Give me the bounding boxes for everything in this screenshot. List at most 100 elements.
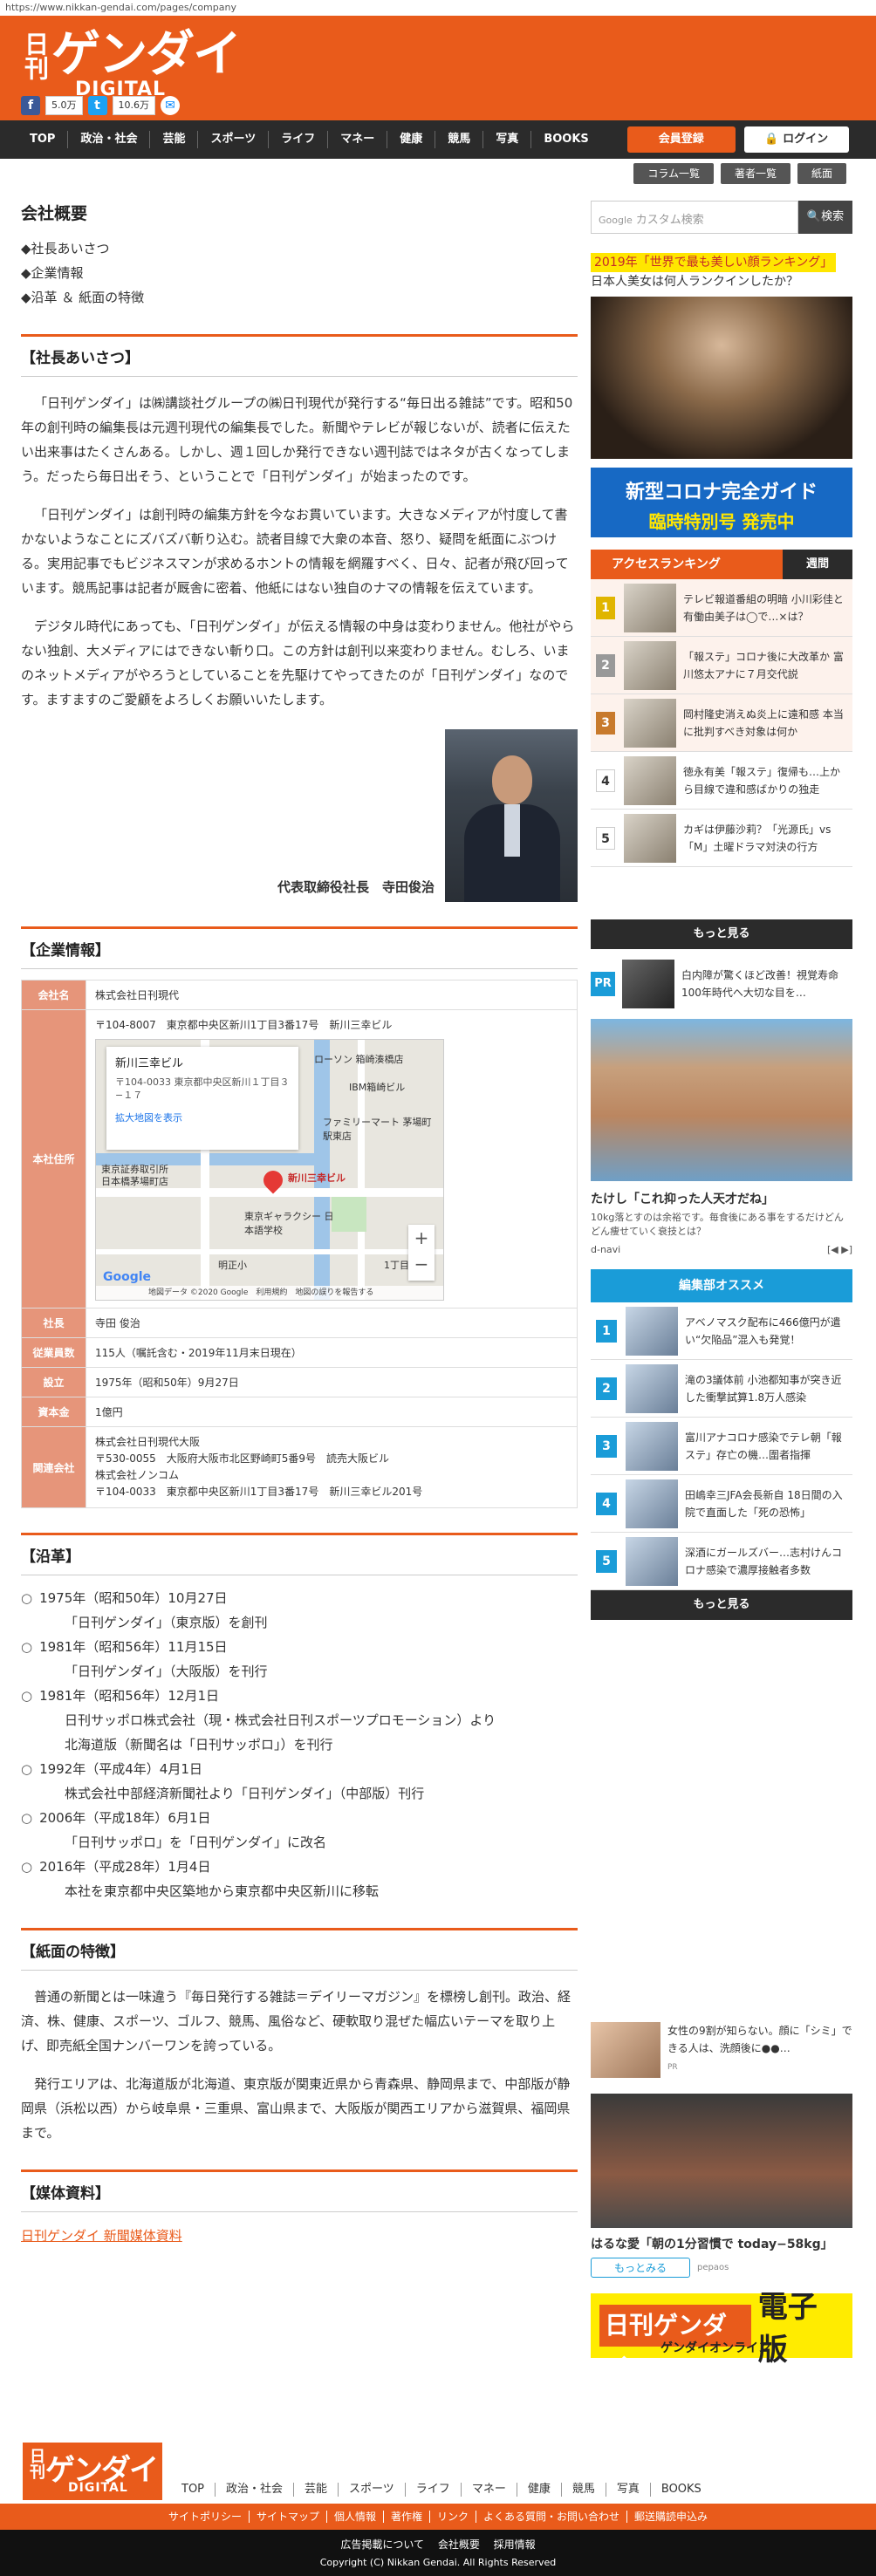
toc-company-link[interactable]: ◆企業情報 [21, 261, 578, 285]
ranking-item[interactable]: 5 カギは伊藤沙莉？「光源氏」vs「M」土曜ドラマ対決の行方 [591, 810, 852, 867]
footer-bottom-link[interactable]: 会社概要 [433, 2538, 485, 2551]
nav-money[interactable]: マネー [327, 131, 387, 148]
nav-top[interactable]: TOP [17, 131, 67, 148]
ad-beauty-image[interactable] [591, 297, 852, 459]
recommend-text: 富川アナコロナ感染でテレ朝「報ステ」存亡の機…圍者指揮 [685, 1431, 842, 1461]
ranking-tab-weekly[interactable]: 週間 [783, 550, 852, 579]
nav-health[interactable]: 健康 [387, 131, 435, 148]
sidebar-lower: 女性の9割が知らない。顔に「シミ」できる人は、洗顔後に●●… PR はるな愛「朝の… [591, 2022, 852, 2381]
ad-carousel-nav[interactable]: [◀ ▶] [827, 1244, 852, 1255]
media-kit-link[interactable]: 日刊ゲンダイ 新聞媒体資料 [21, 2226, 578, 2245]
ad-skincare[interactable]: 女性の9割が知らない。顔に「シミ」できる人は、洗顔後に●●… PR [591, 2022, 852, 2083]
social-share: f 5.0万 t 10.6万 ✉ [21, 96, 180, 115]
rank-number: 4 [596, 769, 615, 792]
footer-link[interactable]: サイトポリシー [161, 2511, 249, 2523]
ad-beauty-ranking[interactable]: 2019年「世界で最も美しい顔ランキング」 日本人美女は何人ランクインしたか？ [591, 253, 852, 291]
feature-paragraph: 普通の新聞とは一味違う『毎日発行する雑誌＝デイリーマガジン』を標榜し創刊。政治、… [21, 1989, 571, 2053]
footer-logo[interactable]: 日刊 ゲンダイ DIGITAL [23, 2443, 162, 2500]
footer-link[interactable]: 郵送購読申込み [626, 2511, 715, 2523]
author-list-button[interactable]: 著者一覧 [720, 163, 790, 184]
search-input[interactable]: Google カスタム検索 [591, 201, 798, 234]
company-info-table: 会社名 株式会社日刊現代 本社住所 〒104-8007 東京都中央区新川1丁目3… [21, 980, 578, 1508]
recommend-more-button[interactable]: もっと見る [591, 1590, 852, 1620]
site-logo[interactable]: 日刊 ゲンダイ DIGITAL [21, 31, 242, 101]
paper-button[interactable]: 紙面 [797, 163, 846, 184]
ranking-item[interactable]: 2 「報ステ」コロナ後に大改革か 富川悠太アナに７月交代説 [591, 637, 852, 694]
footer-nav-item[interactable]: TOP [171, 2483, 215, 2497]
map-attribution[interactable]: 地図データ ©2020 Google 利用規約 地図の誤りを報告する [96, 1286, 443, 1300]
footer-bottom-link[interactable]: 広告掲載について [335, 2538, 429, 2551]
table-of-contents: ◆社長あいさつ ◆企業情報 ◆沿革 ＆ 紙面の特徴 [21, 236, 578, 310]
footer-nav-item[interactable]: マネー [460, 2483, 517, 2497]
footer-link[interactable]: 個人情報 [325, 2511, 383, 2523]
search-button-label: 検索 [821, 210, 845, 223]
recommend-item[interactable]: 2 滝の3議体前 小池都知事が突き近した衝撃試算1.8万人感染 [591, 1360, 852, 1418]
column-list-button[interactable]: コラム一覧 [633, 163, 714, 184]
nav-politics[interactable]: 政治・社会 [67, 131, 149, 148]
footer-nav-item[interactable]: 写真 [605, 2483, 650, 2497]
nav-keiba[interactable]: 競馬 [435, 131, 482, 148]
zoom-out-button[interactable]: − [408, 1251, 435, 1277]
history-event: 「日刊ゲンダイ」（東京版）を創刊 [65, 1615, 268, 1630]
footer-nav-item[interactable]: BOOKS [649, 2483, 712, 2497]
nav-sports[interactable]: スポーツ [197, 131, 268, 148]
nav-life[interactable]: ライフ [268, 131, 327, 148]
ranking-item[interactable]: 3 岡村隆史消えぬ炎上に遠和感 本当に批判すべき対象は何か [591, 694, 852, 752]
footer-link[interactable]: よくある質問・お問い合わせ [476, 2511, 626, 2523]
related-label: 関連会社 [21, 1426, 86, 1508]
footer-link[interactable]: リンク [429, 2511, 476, 2523]
recommend-text: 深酒にガールズバー…志村けんコロナ感染で濃厚接触者多数 [685, 1546, 843, 1576]
history-date: 1992年（平成4年）4月1日 [21, 1757, 578, 1781]
footer-nav-item[interactable]: ライフ [404, 2483, 461, 2497]
ad-diet-title[interactable]: たけし「これ抑った人天才だね」 [591, 1190, 852, 1207]
login-button[interactable]: 🔒 ログイン [743, 126, 849, 153]
footer-bottom-link[interactable]: 採用情報 [489, 2538, 541, 2551]
nav-photo[interactable]: 写真 [482, 131, 530, 148]
established-value: 1975年（昭和50年）9月27日 [86, 1367, 578, 1397]
facebook-icon[interactable]: f [21, 96, 40, 115]
greeting-paragraph: デジタル時代にあっても、「日刊ゲンダイ」が伝える情報の中身は変わりません。他社が… [21, 618, 575, 707]
nav-books[interactable]: BOOKS [530, 131, 600, 148]
recommend-item[interactable]: 5 深酒にガールズバー…志村けんコロナ感染で濃厚接触者多数 [591, 1533, 852, 1590]
messenger-icon[interactable]: ✉ [161, 96, 180, 115]
twitter-icon[interactable]: t [87, 96, 107, 115]
map-enlarge-link[interactable]: 拡大地図を表示 [115, 1110, 290, 1124]
member-register-button[interactable]: 会員登録 [626, 126, 736, 153]
ranking-more-button[interactable]: もっと見る [591, 919, 852, 949]
digital-edition-banner[interactable]: 日刊ゲンダイ 電子版 ゲンダイオンライン [591, 2290, 852, 2381]
ranking-item[interactable]: 4 徳永有美「報ステ」復帰も…上から目線で違和感ばかりの独走 [591, 752, 852, 810]
search-button[interactable]: 🔍検索 [798, 201, 852, 234]
footer-nav-item[interactable]: 競馬 [560, 2483, 606, 2497]
ad-corona-guide[interactable]: 新型コロナ完全ガイド 臨時特別号 発売中 [591, 468, 852, 537]
greeting-paragraph: 「日刊ゲンダイ」は創刊時の編集方針を今なお貫いています。大きなメディアが忖度して… [21, 507, 569, 596]
pr-item[interactable]: PR 白内障が驚くほど改善！視覚寿命100年時代へ大切な目を… [591, 958, 852, 1010]
google-map[interactable]: ローソン 箱崎湊橋店 IBM箱崎ビル ファミリーマート 茅場町駅東店 新川三幸ビ… [95, 1039, 444, 1301]
zoom-in-button[interactable]: + [408, 1225, 435, 1251]
ranking-item[interactable]: 1 テレビ報道番組の明暗 小川彩佳と有働由美子は◯で…×は？ [591, 579, 852, 637]
footer-nav-item[interactable]: 政治・社会 [215, 2483, 293, 2497]
footer-link[interactable]: サイトマップ [248, 2511, 326, 2523]
nav-entertainment[interactable]: 芸能 [149, 131, 197, 148]
ad-corona-title: 新型コロナ完全ガイド [625, 482, 818, 503]
toc-history-link[interactable]: ◆沿革 ＆ 紙面の特徴 [21, 285, 578, 310]
related-line: 〒104-0033 東京都中央区新川1丁目3番17号 新川三幸ビル201号 [95, 1486, 423, 1498]
ad-gym-more-button[interactable]: もっとみる [591, 2258, 691, 2278]
facebook-count: 5.0万 [45, 96, 83, 115]
ad-corona-sub: 臨時特別号 発売中 [648, 511, 795, 532]
footer-link[interactable]: 著作権 [382, 2511, 429, 2523]
ad-gym-image[interactable] [591, 2094, 852, 2228]
ad-diet-image[interactable] [591, 1019, 852, 1181]
footer-nav-item[interactable]: 芸能 [293, 2483, 338, 2497]
recommend-thumbnail [626, 1306, 678, 1356]
footer-nav-item[interactable]: 健康 [516, 2483, 561, 2497]
map-zoom-control[interactable]: + − [408, 1225, 435, 1281]
footer-nav-item[interactable]: スポーツ [338, 2483, 405, 2497]
recommend-thumbnail [626, 1479, 678, 1528]
map-label: 新川三幸ビル [288, 1172, 346, 1184]
recommend-item[interactable]: 1 アベノマスク配布に466億円が遣い“欠陥品”混入も発覚！ [591, 1302, 852, 1360]
search-placeholder: カスタム検索 [635, 214, 704, 227]
ad-gym-title[interactable]: はるな愛「朝の1分習慣で today−58kg」 [591, 2235, 852, 2252]
toc-greeting-link[interactable]: ◆社長あいさつ [21, 236, 578, 261]
recommend-item[interactable]: 4 田嶋幸三JFA会長新自 18日間の入院で直面した「死の恐怖」 [591, 1475, 852, 1533]
recommend-item[interactable]: 3 富川アナコロナ感染でテレ朝「報ステ」存亡の機…圍者指揮 [591, 1418, 852, 1475]
